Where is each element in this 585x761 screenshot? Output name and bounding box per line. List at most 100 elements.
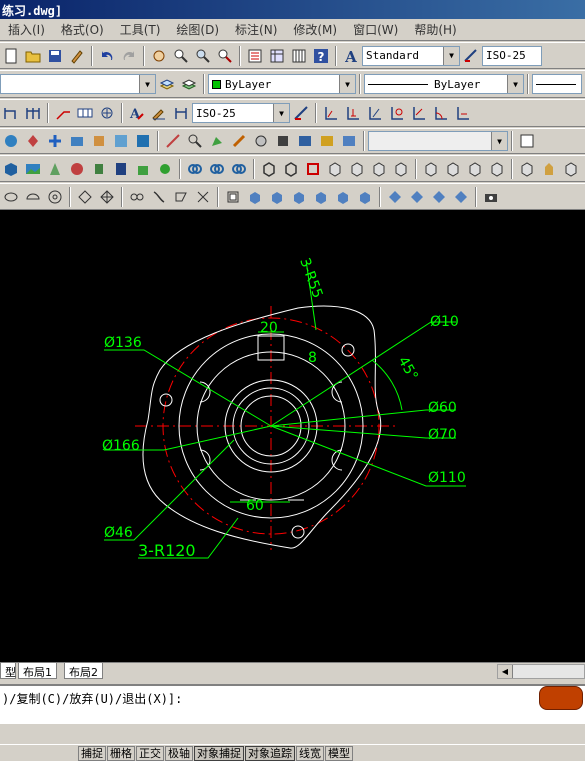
separate-icon[interactable] [561, 159, 581, 179]
camera-icon[interactable] [67, 131, 87, 151]
undo-icon[interactable] [97, 46, 117, 66]
dimension-style-icon[interactable] [461, 46, 481, 66]
menu-modify[interactable]: 修改(M) [285, 21, 345, 38]
snap-none-icon[interactable] [339, 131, 359, 151]
orbit-icon[interactable] [1, 131, 21, 151]
leader-icon[interactable] [53, 103, 73, 123]
delete-faces-icon[interactable] [391, 159, 411, 179]
status-lineweight[interactable]: 线宽 [296, 745, 324, 761]
lineweight-select[interactable] [532, 74, 582, 94]
tolerance-icon[interactable] [75, 103, 95, 123]
menu-draw[interactable]: 绘图(D) [168, 21, 227, 38]
snap-quadrant-icon[interactable] [229, 131, 249, 151]
tab-layout1[interactable]: 布局1 [18, 663, 57, 679]
menu-tools[interactable]: 工具(T) [112, 21, 169, 38]
camera-view-icon[interactable] [481, 187, 501, 207]
tab-model[interactable]: 型 [0, 663, 16, 679]
menu-format[interactable]: 格式(O) [53, 21, 112, 38]
torus-icon[interactable] [111, 159, 131, 179]
dim-edit-icon[interactable]: A [127, 103, 147, 123]
zoom-realtime-icon[interactable] [171, 46, 191, 66]
solid-box-icon[interactable] [1, 187, 21, 207]
zoom-window-icon[interactable] [193, 46, 213, 66]
render-icon[interactable] [133, 131, 153, 151]
subtract-icon[interactable] [207, 159, 227, 179]
dim-quick-icon[interactable] [453, 103, 473, 123]
light-icon[interactable] [89, 131, 109, 151]
extrude-icon[interactable] [133, 159, 153, 179]
cylinder-icon[interactable] [89, 159, 109, 179]
revsurf-icon[interactable] [149, 187, 169, 207]
scroll-left-icon[interactable]: ◀ [498, 665, 513, 678]
offset-faces-icon[interactable] [369, 159, 389, 179]
dim-aligned-icon[interactable] [343, 103, 363, 123]
box-icon[interactable] [1, 159, 21, 179]
zoom-previous-icon[interactable] [215, 46, 235, 66]
snap-perpendicular-icon[interactable] [273, 131, 293, 151]
status-model[interactable]: 模型 [325, 745, 353, 761]
imprint-icon[interactable] [517, 159, 537, 179]
chevron-down-icon[interactable]: ▼ [491, 132, 507, 150]
dim-linear-icon[interactable] [321, 103, 341, 123]
dim-angular-icon[interactable] [431, 103, 451, 123]
union-icon[interactable] [185, 159, 205, 179]
menu-help[interactable]: 帮助(H) [406, 21, 464, 38]
horizontal-scrollbar[interactable]: ◀ [497, 664, 585, 679]
chevron-down-icon[interactable]: ▼ [339, 75, 355, 93]
view-camera-icon[interactable] [451, 187, 471, 207]
snap-center-icon[interactable] [207, 131, 227, 151]
slice-icon[interactable] [259, 159, 279, 179]
chevron-down-icon[interactable]: ▼ [443, 46, 459, 65]
snap-endpoint-icon[interactable] [163, 131, 183, 151]
view-nw-iso-icon[interactable] [429, 187, 449, 207]
rotate-faces-icon[interactable] [421, 159, 441, 179]
dim-diameter-icon[interactable] [409, 103, 429, 123]
dim-continue-icon[interactable] [23, 103, 43, 123]
section-icon[interactable] [281, 159, 301, 179]
solid-pyramid-icon[interactable] [97, 187, 117, 207]
view-select[interactable]: ▼ [368, 131, 508, 151]
extrude-faces-icon[interactable] [325, 159, 345, 179]
snap-tangent-icon[interactable] [251, 131, 271, 151]
menu-dimension[interactable]: 标注(N) [227, 21, 285, 38]
status-otrack[interactable]: 对象追踪 [245, 745, 295, 761]
dim-style-select[interactable]: ISO-25 ▼ [192, 103, 290, 123]
properties-icon[interactable] [245, 46, 265, 66]
dim-style-manager-icon[interactable] [291, 103, 311, 123]
clean-icon[interactable] [539, 159, 559, 179]
help-icon[interactable]: ? [311, 46, 331, 66]
walk-icon[interactable] [23, 131, 43, 151]
status-grid[interactable]: 栅格 [107, 745, 135, 761]
view-back-icon[interactable] [333, 187, 353, 207]
wedge-icon[interactable] [23, 159, 43, 179]
chevron-down-icon[interactable]: ▼ [507, 75, 523, 93]
save-icon[interactable] [45, 46, 65, 66]
dim-update-icon[interactable] [171, 103, 191, 123]
status-snap[interactable]: 捕捉 [78, 745, 106, 761]
pan-icon[interactable] [149, 46, 169, 66]
chevron-down-icon[interactable]: ▼ [139, 75, 155, 93]
menu-insert[interactable]: 插入(I) [0, 21, 53, 38]
design-center-icon[interactable] [267, 46, 287, 66]
chevron-down-icon[interactable]: ▼ [273, 104, 289, 122]
dim-baseline-icon[interactable] [1, 103, 21, 123]
text-style-icon[interactable]: A [341, 46, 361, 66]
cad-drawing[interactable]: Ø136 Ø166 Ø46 3-R120 20 8 3-R55 Ø10 45° … [0, 210, 585, 662]
dim-ordinate-icon[interactable] [365, 103, 385, 123]
command-line[interactable]: )/复制(C)/放弃(U)/退出(X)]: [0, 684, 585, 724]
view-front-icon[interactable] [311, 187, 331, 207]
tool-palette-icon[interactable] [289, 46, 309, 66]
sphere-icon[interactable] [67, 159, 87, 179]
rulesurf-icon[interactable] [193, 187, 213, 207]
layer-previous-icon[interactable] [157, 74, 177, 94]
dimension-style-select[interactable]: ISO-25 [482, 45, 542, 66]
layer-select[interactable]: ▼ [0, 74, 156, 94]
ucs-icon[interactable] [517, 131, 537, 151]
status-ortho[interactable]: 正交 [136, 745, 164, 761]
menu-window[interactable]: 窗口(W) [345, 21, 406, 38]
redo-icon[interactable] [119, 46, 139, 66]
color-select[interactable]: ByLayer ▼ [208, 74, 356, 94]
fly-icon[interactable] [45, 131, 65, 151]
interfere-icon[interactable] [303, 159, 323, 179]
mesh-icon[interactable] [127, 187, 147, 207]
